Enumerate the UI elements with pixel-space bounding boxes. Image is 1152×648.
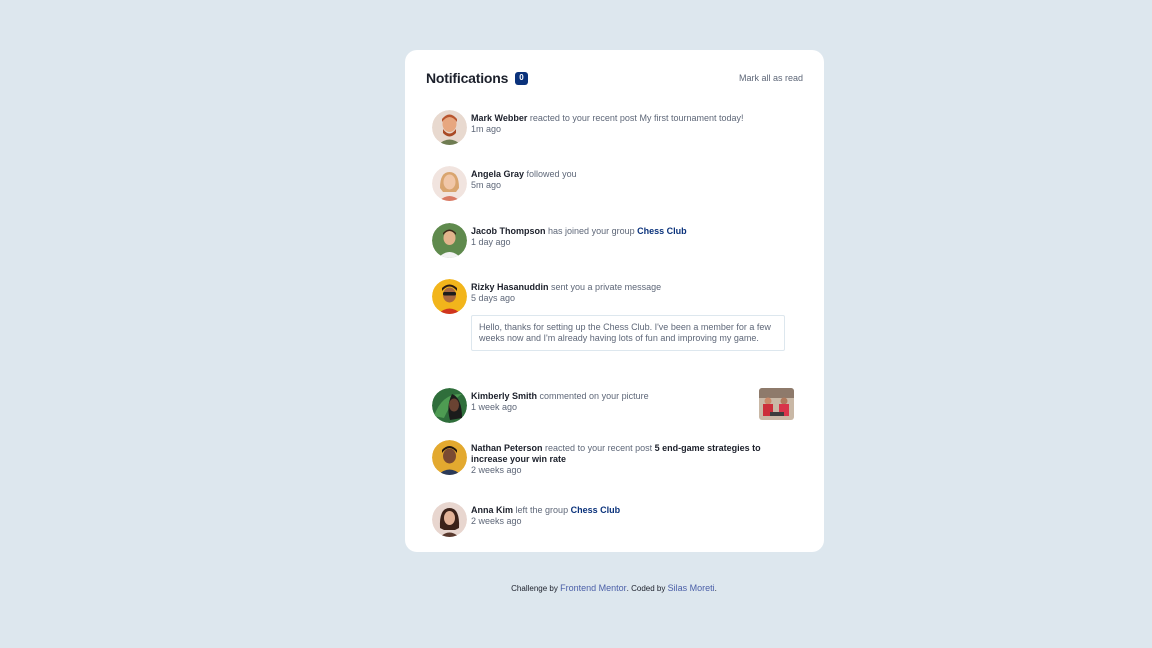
- user-name[interactable]: Jacob Thompson: [471, 226, 546, 236]
- post-link[interactable]: My first tournament today!: [639, 113, 743, 123]
- mark-all-as-read-button[interactable]: Mark all as read: [739, 73, 803, 83]
- title-wrap: Notifications 0: [426, 70, 528, 86]
- notification-item[interactable]: Rizky Hasanuddin sent you a private mess…: [432, 279, 794, 351]
- avatar: [432, 166, 467, 201]
- notification-item[interactable]: Kimberly Smith commented on your picture…: [432, 388, 794, 423]
- avatar: [432, 110, 467, 145]
- user-name[interactable]: Angela Gray: [471, 169, 524, 179]
- chess-picture-thumbnail-icon: [759, 388, 794, 420]
- notification-body: Anna Kim left the group Chess Club 2 wee…: [471, 502, 794, 527]
- page-title: Notifications: [426, 70, 509, 86]
- notifications-card: Notifications 0 Mark all as read Mark We…: [405, 50, 824, 552]
- mark-webber-avatar-icon: [432, 110, 467, 145]
- user-name[interactable]: Rizky Hasanuddin: [471, 282, 549, 292]
- timestamp: 2 weeks ago: [471, 465, 522, 475]
- kimberly-smith-avatar-icon: [432, 388, 467, 423]
- timestamp: 1m ago: [471, 124, 502, 134]
- notification-item[interactable]: Mark Webber reacted to your recent post …: [432, 110, 794, 145]
- angela-gray-avatar-icon: [432, 166, 467, 201]
- notification-text: Angela Gray followed you: [471, 169, 794, 180]
- avatar: [432, 223, 467, 258]
- avatar: [432, 388, 467, 423]
- notification-body: Mark Webber reacted to your recent post …: [471, 110, 794, 135]
- action-text: has joined your group: [548, 226, 635, 236]
- avatar: [432, 279, 467, 314]
- action-text: reacted to your recent post: [545, 443, 653, 453]
- private-message[interactable]: Hello, thanks for setting up the Chess C…: [471, 315, 785, 351]
- timestamp: 5 days ago: [471, 293, 516, 303]
- action-text: reacted to your recent post: [529, 113, 637, 123]
- notification-item[interactable]: Anna Kim left the group Chess Club 2 wee…: [432, 502, 794, 537]
- group-link[interactable]: Chess Club: [637, 226, 687, 236]
- user-name[interactable]: Kimberly Smith: [471, 391, 537, 401]
- notification-item[interactable]: Nathan Peterson reacted to your recent p…: [432, 440, 794, 476]
- coded-by-text: . Coded by: [626, 584, 666, 593]
- notification-body: Jacob Thompson has joined your group Che…: [471, 223, 794, 248]
- notification-body: Kimberly Smith commented on your picture…: [471, 388, 751, 413]
- group-link[interactable]: Chess Club: [571, 505, 621, 515]
- nathan-peterson-avatar-icon: [432, 440, 467, 475]
- notification-body: Angela Gray followed you 5m ago: [471, 166, 794, 191]
- notification-text: Kimberly Smith commented on your picture: [471, 391, 751, 402]
- footer-end: .: [714, 584, 717, 593]
- notification-text: Mark Webber reacted to your recent post …: [471, 113, 794, 124]
- user-name[interactable]: Nathan Peterson: [471, 443, 543, 453]
- notification-body: Nathan Peterson reacted to your recent p…: [471, 440, 794, 476]
- avatar: [432, 440, 467, 475]
- action-text: left the group: [515, 505, 569, 515]
- avatar: [432, 502, 467, 537]
- commented-picture[interactable]: [759, 388, 794, 420]
- timestamp: 5m ago: [471, 180, 502, 190]
- action-text: sent you a private message: [551, 282, 662, 292]
- card-header: Notifications 0 Mark all as read: [426, 68, 803, 88]
- notification-text: Nathan Peterson reacted to your recent p…: [471, 443, 794, 465]
- notification-item[interactable]: Angela Gray followed you 5m ago: [432, 166, 794, 201]
- timestamp: 1 week ago: [471, 402, 518, 412]
- jacob-thompson-avatar-icon: [432, 223, 467, 258]
- user-name[interactable]: Mark Webber: [471, 113, 527, 123]
- action-text: commented on your picture: [539, 391, 649, 401]
- timestamp: 1 day ago: [471, 237, 511, 247]
- rizky-hasanuddin-avatar-icon: [432, 279, 467, 314]
- anna-kim-avatar-icon: [432, 502, 467, 537]
- user-name[interactable]: Anna Kim: [471, 505, 513, 515]
- notification-item[interactable]: Jacob Thompson has joined your group Che…: [432, 223, 794, 258]
- attribution-footer: Challenge by Frontend Mentor. Coded by S…: [0, 583, 1152, 593]
- timestamp: 2 weeks ago: [471, 516, 522, 526]
- action-text: followed you: [526, 169, 577, 179]
- author-link[interactable]: Silas Moreti: [668, 583, 715, 593]
- frontend-mentor-link[interactable]: Frontend Mentor: [560, 583, 627, 593]
- notification-text: Anna Kim left the group Chess Club: [471, 505, 794, 516]
- unread-count-badge: 0: [515, 71, 528, 85]
- notification-body: Rizky Hasanuddin sent you a private mess…: [471, 279, 794, 351]
- notification-text: Jacob Thompson has joined your group Che…: [471, 226, 794, 237]
- challenge-by-text: Challenge by: [511, 584, 558, 593]
- notification-text: Rizky Hasanuddin sent you a private mess…: [471, 282, 794, 293]
